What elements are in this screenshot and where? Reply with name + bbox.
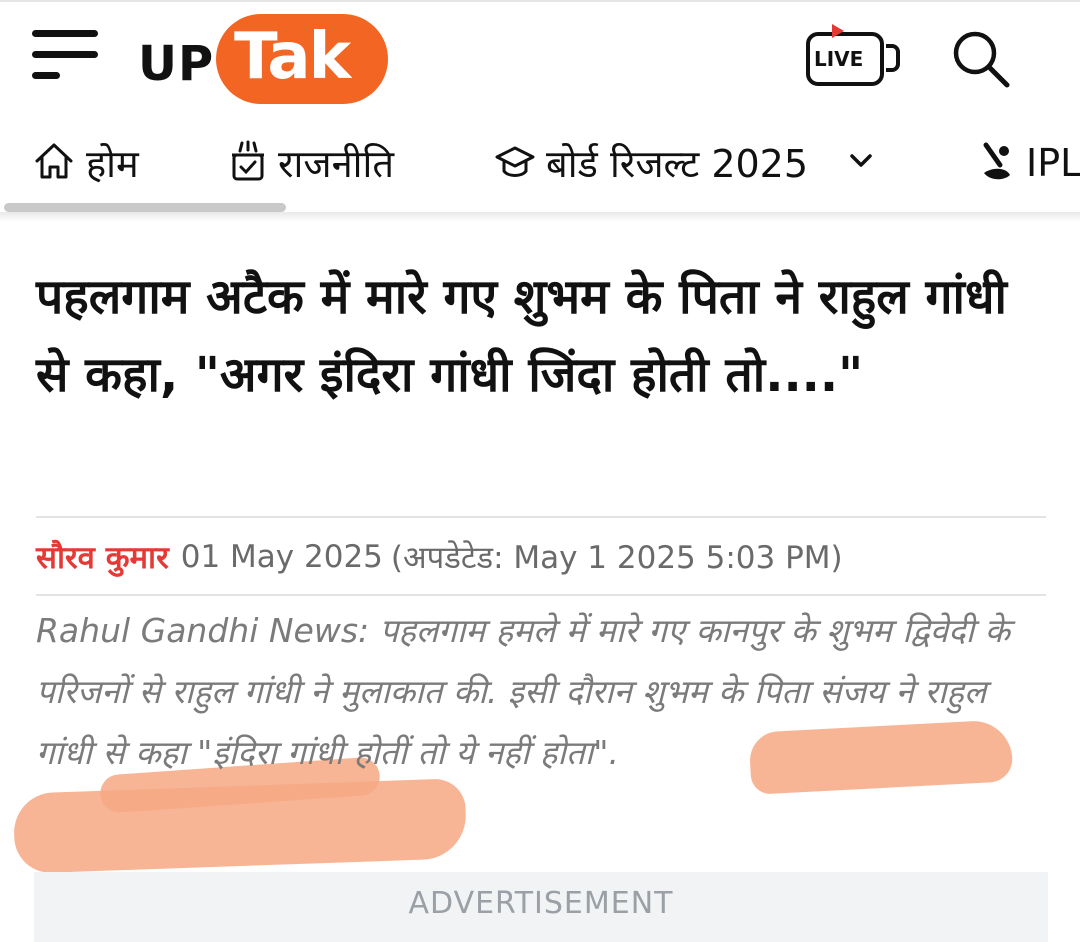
graduation-cap-icon — [494, 139, 536, 187]
category-nav: होम राजनीति बोर्ड रिजल्ट 2025 IPL — [0, 120, 1080, 210]
menu-icon[interactable] — [32, 30, 100, 82]
divider — [36, 516, 1046, 518]
politics-icon — [228, 139, 268, 187]
article-headline: पहलगाम अटैक में मारे गए शुभम के पिता ने … — [36, 269, 1007, 403]
nav-item-label: होम — [86, 142, 139, 186]
search-icon[interactable] — [950, 28, 1012, 90]
nav-item-label: IPL — [1026, 141, 1080, 185]
article-meta: सौरव कुमार 01 May 2025 (अपडेटेड: May 1 2… — [36, 532, 843, 582]
nav-divider — [0, 212, 1080, 222]
home-icon — [32, 139, 76, 187]
advertisement-label: ADVERTISEMENT — [408, 886, 674, 921]
live-indicator-icon — [832, 24, 844, 38]
updated-date: (अपडेटेड: May 1 2025 5:03 PM) — [390, 540, 843, 576]
chevron-down-icon[interactable] — [848, 151, 874, 175]
publish-date: 01 May 2025 — [180, 539, 383, 575]
cricket-icon — [976, 139, 1016, 187]
nav-item-label: बोर्ड रिजल्ट 2025 — [546, 142, 809, 186]
nav-item-ipl[interactable]: IPL — [976, 138, 1080, 188]
logo-text-up: UP — [138, 36, 215, 92]
logo-text-tak: Tak — [234, 20, 351, 94]
article-summary: Rahul Gandhi News: पहलगाम हमले में मारे … — [36, 611, 1010, 772]
divider — [36, 594, 1046, 596]
site-logo[interactable]: UP Tak — [138, 14, 398, 106]
camera-lens-icon — [886, 44, 900, 72]
author-link[interactable]: सौरव कुमार — [36, 536, 169, 578]
advertisement-slot[interactable]: ADVERTISEMENT — [34, 872, 1048, 942]
nav-scroll-indicator[interactable] — [4, 203, 286, 212]
live-tv-button[interactable]: LIVE — [806, 24, 902, 90]
site-header: UP Tak LIVE — [0, 0, 1080, 120]
nav-item-board-result[interactable]: बोर्ड रिजल्ट 2025 — [494, 138, 874, 188]
nav-item-politics[interactable]: राजनीति — [228, 138, 394, 188]
live-label: LIVE — [814, 47, 864, 71]
nav-item-home[interactable]: होम — [32, 138, 139, 188]
nav-item-label: राजनीति — [278, 142, 395, 186]
